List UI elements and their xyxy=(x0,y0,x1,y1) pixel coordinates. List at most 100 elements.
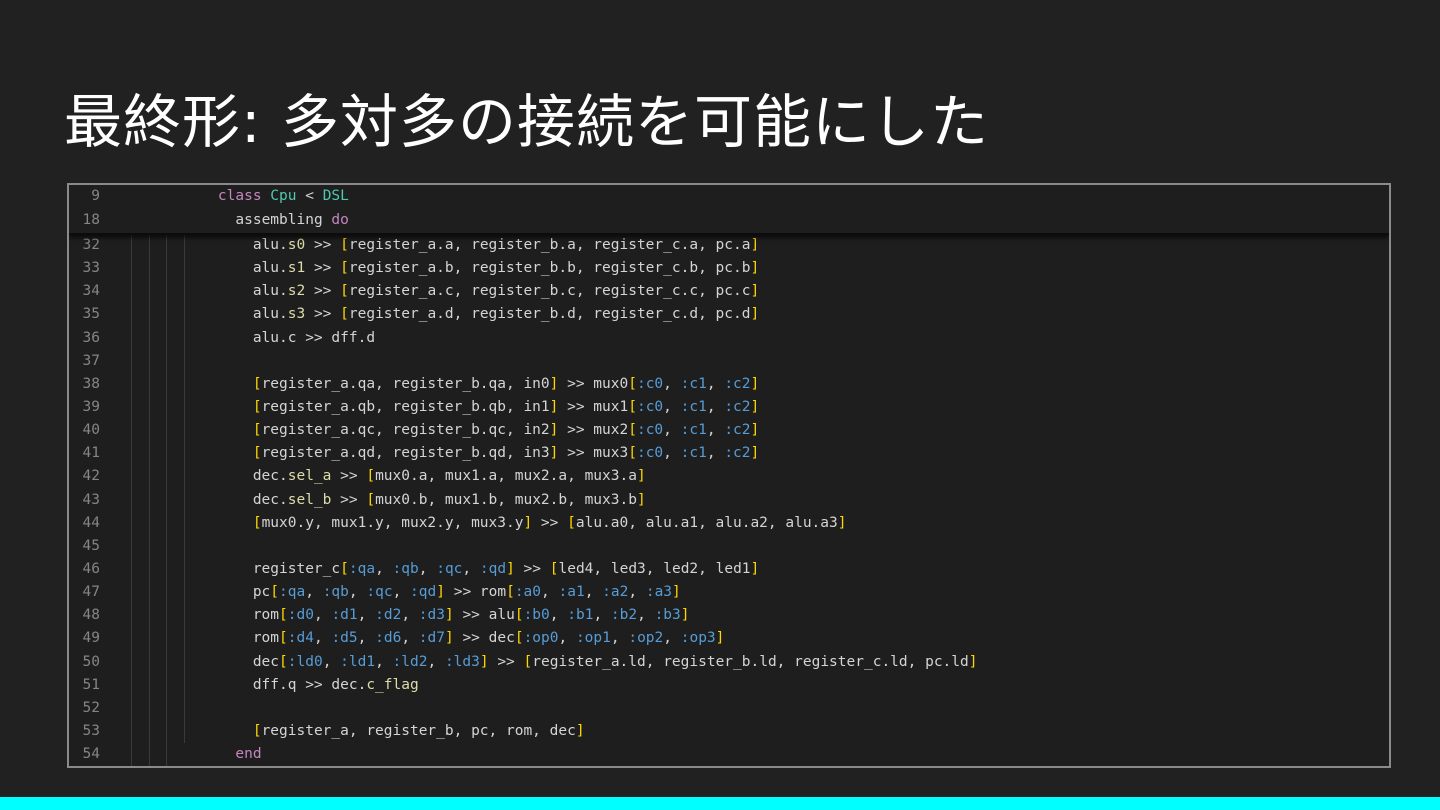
indent-guide xyxy=(148,743,150,766)
code-token: >> rom xyxy=(444,584,507,601)
indent-guide xyxy=(166,604,167,628)
code-text: [register_a.qd, register_b.qd, in3] >> m… xyxy=(253,442,759,465)
indent-guide xyxy=(166,326,167,350)
code-token: ] xyxy=(750,560,760,577)
code-token: :d0 xyxy=(287,607,314,624)
code-token: :qa xyxy=(279,584,306,601)
code-token: ] xyxy=(444,630,454,647)
code-line: 54 end xyxy=(69,743,1389,766)
code-text: alu.c >> dff.d xyxy=(253,327,375,350)
indent-guide xyxy=(183,581,185,605)
indent-guide xyxy=(183,465,185,489)
code-token: DSL xyxy=(322,188,349,204)
indent-guide xyxy=(183,442,185,466)
indent-guide xyxy=(148,419,150,443)
code-token: [ xyxy=(279,607,288,624)
code-token: , xyxy=(549,607,568,624)
code-token: , xyxy=(558,630,576,647)
code-token: >> xyxy=(331,491,367,508)
code-text: class Cpu < DSL xyxy=(218,185,349,209)
code-token: , xyxy=(401,630,419,647)
code-token: , xyxy=(401,607,419,624)
code-token: , xyxy=(706,445,725,462)
indent-guide xyxy=(131,488,132,512)
code-token: rom xyxy=(252,607,280,624)
code-token: , xyxy=(584,584,603,601)
code-line: 43 dec.sel_b >> [mux0.b, mux1.b, mux2.b, … xyxy=(69,488,1389,512)
indent-guide xyxy=(166,488,167,512)
code-token: alu. xyxy=(252,260,288,277)
code-token: :qc xyxy=(436,560,463,577)
code-token: register_a.d, register_b.d, register_c.d… xyxy=(348,306,751,323)
code-token: >> mux1 xyxy=(558,398,629,415)
indent-guide xyxy=(131,604,132,628)
code-token: [ xyxy=(252,422,262,439)
code-token: ] xyxy=(750,422,760,439)
indent-guide xyxy=(183,488,185,512)
code-token: :qd xyxy=(410,584,437,601)
code-token: , xyxy=(610,630,629,647)
code-token: s1 xyxy=(287,260,306,277)
code-token: dec. xyxy=(252,491,288,508)
code-token: :c1 xyxy=(680,422,707,439)
code-token: ] xyxy=(636,491,646,508)
code-token: register_a.qd, register_b.qd, in3 xyxy=(261,445,550,462)
indent-guide xyxy=(148,488,150,512)
code-token: [ xyxy=(340,260,349,277)
code-token: ] xyxy=(750,375,760,392)
code-text: dec.sel_b >> [mux0.b, mux1.b, mux2.b, mu… xyxy=(253,489,646,512)
indent-guide xyxy=(183,511,185,535)
code-token: , xyxy=(348,584,367,601)
indent-guide xyxy=(131,581,132,605)
code-text: dec[:ld0, :ld1, :ld2, :ld3] >> [register… xyxy=(253,651,978,674)
indent-guide xyxy=(166,557,167,582)
line-number: 54 xyxy=(82,746,100,763)
indent-guide xyxy=(148,326,150,350)
code-text: dec.sel_a >> [mux0.a, mux1.a, mux2.a, mu… xyxy=(253,465,646,488)
line-number: 38 xyxy=(82,375,100,392)
code-token: register_a.b, register_b.b, register_c.b… xyxy=(348,260,751,277)
code-token: , xyxy=(313,607,332,624)
code-token: ] xyxy=(715,630,725,647)
indent-guide xyxy=(131,696,132,720)
code-token: [ xyxy=(340,283,349,300)
code-token: [ xyxy=(252,445,262,462)
code-token: >> xyxy=(305,306,341,323)
code-token: [ xyxy=(252,722,262,739)
code-line: 32 alu.s0 >> [register_a.a, register_b.a,… xyxy=(69,234,1389,258)
code-token: :qb xyxy=(392,560,419,577)
code-token: :c0 xyxy=(636,422,664,439)
indent-guide xyxy=(131,627,132,651)
code-token: >> xyxy=(532,514,568,531)
code-token: >> xyxy=(305,283,341,300)
code-token: , xyxy=(375,560,393,577)
indent-guide xyxy=(148,719,150,744)
code-token: ] xyxy=(444,607,454,624)
code-token: , xyxy=(322,653,341,670)
code-token: ] xyxy=(506,560,515,577)
code-token: sel_b xyxy=(287,491,332,508)
code-text: pc[:qa, :qb, :qc, :qd] >> rom[:a0, :a1, … xyxy=(253,581,681,604)
indent-guide xyxy=(131,557,132,582)
indent-guide xyxy=(166,511,167,535)
indent-guide xyxy=(183,257,185,281)
indent-guide xyxy=(148,257,150,281)
code-line: 53 [register_a, register_b, pc, rom, dec] xyxy=(69,719,1389,744)
code-token: ] xyxy=(750,445,760,462)
code-token: alu. xyxy=(252,283,288,300)
code-token: [ xyxy=(628,445,637,462)
code-text: [register_a.qc, register_b.qc, in2] >> m… xyxy=(253,419,759,442)
code-token: , xyxy=(663,375,681,392)
code-token: , xyxy=(418,560,437,577)
code-token: :qa xyxy=(348,560,376,577)
code-token: :d2 xyxy=(375,607,402,624)
code-token: [ xyxy=(366,491,376,508)
indent-guide xyxy=(148,534,150,558)
code-token: :ld0 xyxy=(287,653,323,670)
code-token: :qd xyxy=(479,560,507,577)
code-token: :ld3 xyxy=(444,653,480,670)
indent-guide xyxy=(131,257,132,281)
slide-title: 最終形: 多対多の接続を可能にした xyxy=(64,88,989,156)
indent-guide xyxy=(131,395,132,420)
code-token: [ xyxy=(270,584,280,601)
